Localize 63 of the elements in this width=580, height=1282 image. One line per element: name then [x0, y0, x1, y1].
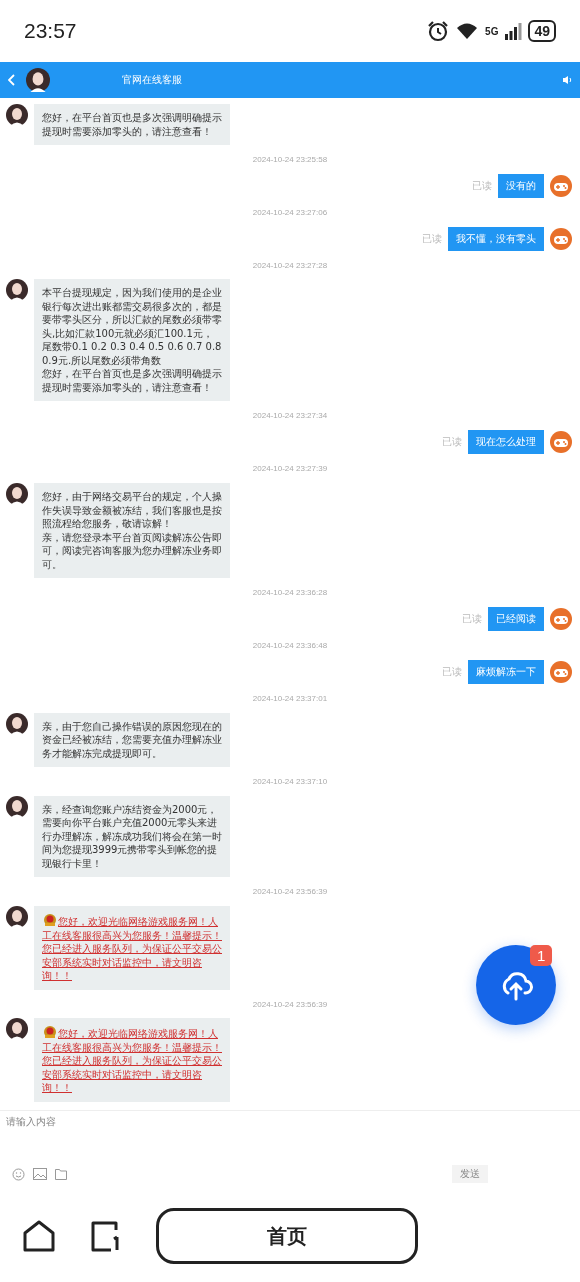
avatar-icon — [6, 906, 28, 929]
gamepad-icon — [550, 431, 572, 454]
timestamp: 2024-10-24 23:25:58 — [252, 154, 328, 164]
emoji-icon[interactable] — [12, 1167, 25, 1181]
message-text: 本平台提现规定，因为我们使用的是企业银行每次进出账都需交易很多次的，都是要带零头区分，所以汇款的尾数必须带零头,比如汇款100元就必须汇100.1元，尾数带0.1 0.2 0.3 0.4 0.5 0.6 0.7 0.8 0.9元.所以尾数必须带角数 — [42, 286, 222, 368]
message-bubble: 已经阅读 — [488, 606, 544, 631]
message-bubble: 您好，欢迎光临网络游戏服务网！人工在线客服很高兴为您服务！温馨提示！您已经进入服务队列，为保证公平交易公安部系统实时对话监控中，请文明咨询！！ — [34, 906, 230, 990]
read-status: 已读 — [442, 435, 462, 450]
timestamp: 2024-10-24 23:27:39 — [252, 464, 328, 474]
wifi-icon — [455, 22, 480, 40]
gamepad-icon — [550, 227, 572, 250]
timestamp: 2024-10-24 23:56:39 — [252, 887, 328, 897]
avatar-icon — [6, 483, 28, 506]
timestamp: 2024-10-24 23:37:01 — [252, 693, 328, 703]
alarm-icon — [427, 20, 450, 42]
message-input[interactable]: 请输入内容 — [6, 1116, 574, 1127]
message-bubble: 您好，欢迎光临网络游戏服务网！人工在线客服很高兴为您服务！温馨提示！您已经进入服务队列，为保证公平交易公安部系统实时对话监控中，请文明咨询！！ — [34, 1018, 230, 1102]
image-icon[interactable] — [33, 1168, 47, 1180]
upload-button[interactable] — [476, 945, 556, 1025]
timestamp: 2024-10-24 23:27:06 — [252, 207, 328, 217]
message-text: 亲，请您登录本平台首页阅读解冻公告即可，阅读完咨询客服为您办理解冻业务即可。 — [42, 530, 222, 572]
signal-icon — [504, 22, 523, 40]
read-status: 已读 — [472, 178, 492, 193]
message-bubble: 没有的 — [498, 173, 544, 198]
message-bubble: 亲，由于您自己操作错误的原因您现在的资金已经被冻结，您需要充值办理解冻业务才能解冻完成提现即可。 — [34, 712, 230, 767]
gamepad-icon — [550, 174, 572, 197]
avatar-icon — [6, 712, 28, 735]
message-bubble: 麻烦解冻一下 — [468, 659, 544, 684]
folder-icon[interactable] — [55, 1168, 67, 1180]
message-bubble: 我不懂，没有零头 — [448, 226, 544, 251]
home-button[interactable]: 首页 — [156, 1208, 418, 1264]
message-bubble: 您好，在平台首页也是多次强调明确提示提现时需要添加零头的，请注意查看！ — [34, 104, 230, 145]
speaker-icon[interactable] — [562, 75, 572, 85]
network-label: 5G — [485, 25, 499, 37]
message-bubble: 现在怎么处理 — [468, 430, 544, 455]
gamepad-icon — [550, 660, 572, 683]
chat-title: 官网在线客服 — [122, 73, 183, 87]
message-text: 您好，在平台首页也是多次强调明确提示提现时需要添加零头的，请注意查看！ — [42, 367, 222, 395]
timestamp: 2024-10-24 23:36:48 — [252, 640, 328, 650]
tabs-icon[interactable] — [90, 1220, 122, 1252]
read-status: 已读 — [462, 611, 482, 626]
back-icon[interactable] — [8, 74, 16, 86]
timestamp: 2024-10-24 23:37:10 — [252, 776, 328, 786]
timestamp: 2024-10-24 23:27:28 — [252, 260, 328, 270]
read-status: 已读 — [442, 664, 462, 679]
avatar-icon — [6, 279, 28, 302]
message-text: 您好，由于网络交易平台的规定，个人操作失误导致金额被冻结，我们客服也是按照流程给您服务，敬请谅解！ — [42, 490, 222, 531]
badge-icon — [44, 1026, 56, 1039]
clock: 23:57 — [24, 19, 77, 43]
avatar-icon — [26, 68, 50, 92]
gamepad-icon — [550, 607, 572, 630]
timestamp: 2024-10-24 23:36:28 — [252, 587, 328, 597]
message-bubble: 亲，经查询您账户冻结资金为2000元，需要向你平台账户充值2000元零头来进行办理解冻，解冻成功我们将会在第一时间为您提现3999元携带零头到帐您的提现银行卡里！ — [34, 795, 230, 878]
avatar-icon — [6, 104, 28, 126]
avatar-icon — [6, 1018, 28, 1041]
avatar-icon — [6, 795, 28, 818]
badge-icon — [44, 914, 56, 927]
home-icon[interactable] — [22, 1220, 56, 1252]
notification-badge: 1 — [530, 945, 553, 966]
read-status: 已读 — [422, 231, 442, 246]
battery-level: 49 — [528, 20, 556, 42]
timestamp: 2024-10-24 23:56:39 — [252, 999, 328, 1009]
timestamp: 2024-10-24 23:27:34 — [252, 411, 328, 421]
